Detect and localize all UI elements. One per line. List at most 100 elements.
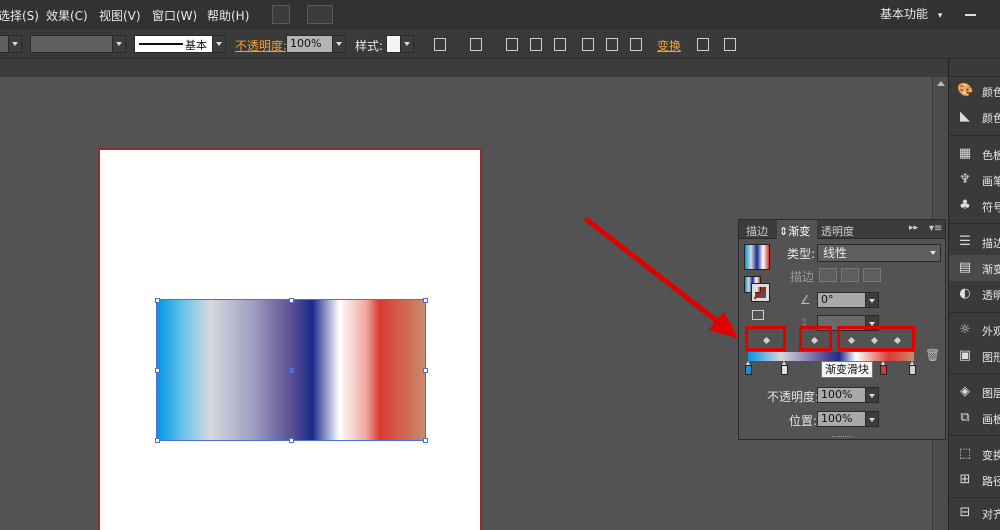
panel-resize-grip[interactable] [832, 436, 852, 438]
dock-label: 画笔 [982, 175, 1000, 188]
chevron-down-icon [865, 411, 879, 427]
opacity-field[interactable]: 100% [286, 35, 346, 53]
dock-item-gradient[interactable]: ▤ 渐变 [949, 255, 1000, 281]
menu-select[interactable]: 选择(S) [0, 7, 39, 24]
dock-item-swatches[interactable]: ▦ 色板 [949, 141, 1000, 167]
align-right-icon[interactable] [552, 37, 566, 51]
align-bottom-icon[interactable] [628, 37, 642, 51]
menu-help[interactable]: 帮助(H) [207, 7, 249, 24]
selection-handle[interactable] [423, 368, 428, 373]
tab-transparency[interactable]: 透明度 [821, 223, 854, 239]
panel-options-icon[interactable] [722, 37, 736, 51]
panel-menu-icon[interactable]: ▾≡ [929, 223, 942, 234]
gradient-stop[interactable] [745, 361, 752, 375]
selection-handle[interactable] [423, 298, 428, 303]
pathfinder-icon: ⊞ [959, 472, 971, 487]
dock-item-symbols[interactable]: ♣ 符号 [949, 193, 1000, 219]
dock-item-color[interactable]: 🎨 颜色 [949, 78, 1000, 104]
appearance-icon: ☼ [959, 322, 971, 337]
dock-item-transparency[interactable]: ◐ 透明 [949, 281, 1000, 307]
recolor-icon[interactable] [432, 37, 446, 51]
dock-label: 描边 [982, 237, 1000, 250]
dock-item-transform[interactable]: ⬚ 变换 [949, 441, 1000, 467]
fill-dropdown[interactable] [0, 35, 22, 53]
dock-item-artboards[interactable]: ⧉ 画板 [949, 405, 1000, 431]
chevron-down-icon [212, 36, 225, 52]
dock-item-brushes[interactable]: ♆ 画笔 [949, 167, 1000, 193]
stroke-gradient-along-icon [841, 268, 859, 282]
gradient-stop[interactable] [909, 361, 916, 375]
scroll-up-icon[interactable] [937, 81, 945, 86]
isolate-icon[interactable] [695, 37, 709, 51]
dock-label: 透明 [982, 289, 1000, 302]
annotation-box [745, 326, 786, 351]
dock-label: 图层 [982, 387, 1000, 400]
trash-icon[interactable]: 🗑 [925, 348, 940, 362]
stroke-profile-dropdown[interactable]: 基本 [134, 35, 226, 53]
graphic-style-dropdown[interactable] [386, 35, 414, 53]
align-to-icon[interactable] [468, 37, 482, 51]
fill-stroke-icon[interactable] [744, 276, 770, 302]
selection-handle[interactable] [423, 438, 428, 443]
arrange-documents-icon[interactable] [307, 5, 333, 24]
gradient-swatch-icon[interactable] [744, 244, 770, 270]
angle-field[interactable]: 0° [817, 292, 879, 308]
menu-effect[interactable]: 效果(C) [46, 7, 88, 24]
symbol-icon: ♣ [959, 198, 971, 213]
dock-divider [949, 312, 1000, 313]
opacity-link[interactable]: 不透明度: [235, 37, 287, 54]
gradient-stop[interactable] [880, 361, 887, 375]
selection-handle[interactable] [289, 298, 294, 303]
selection-handle[interactable] [155, 298, 160, 303]
align-left-icon[interactable] [504, 37, 518, 51]
menu-window[interactable]: 窗口(W) [152, 7, 197, 24]
workspace-switcher[interactable]: 基本功能 ▾ [872, 0, 950, 29]
chevron-down-icon [927, 245, 940, 261]
dock-item-align[interactable]: ⊟ 对齐 [949, 500, 1000, 526]
dock-divider [949, 373, 1000, 374]
dock-label: 颜色 [982, 86, 1000, 99]
type-label: 类型: [787, 247, 816, 261]
dock-label: 画板 [982, 413, 1000, 426]
align-top-icon[interactable] [580, 37, 594, 51]
location-field[interactable]: 100% [817, 411, 879, 427]
transform-link[interactable]: 变换 [657, 37, 681, 54]
stroke-color-dropdown[interactable] [30, 35, 126, 53]
location-label: 位置: [789, 414, 818, 428]
collapse-icon[interactable]: ▸▸ [909, 223, 918, 233]
tab-gradient[interactable]: ⇕渐变 [779, 223, 810, 239]
stop-opacity-field[interactable]: 100% [817, 387, 879, 403]
style-label: 样式: [355, 39, 384, 53]
dock-divider [949, 76, 1000, 77]
tab-stroke[interactable]: 描边 [746, 223, 768, 239]
stop-opacity-value: 100% [821, 388, 853, 401]
menu-view[interactable]: 视图(V) [99, 7, 141, 24]
dock-label: 颜色 [982, 112, 1000, 125]
transform-icon: ⬚ [958, 446, 972, 461]
dock-item-graphic-styles[interactable]: ▣ 图形 [949, 343, 1000, 369]
dock-divider [949, 223, 1000, 224]
dock-item-pathfinder[interactable]: ⊞ 路径 [949, 467, 1000, 493]
gradient-slider[interactable] [748, 352, 914, 361]
selection-handle[interactable] [155, 368, 160, 373]
align-center-icon[interactable] [528, 37, 542, 51]
swatches-icon: ▦ [958, 146, 972, 161]
menu-bar: 选择(S) 效果(C) 视图(V) 窗口(W) 帮助(H) 基本功能 ▾ [0, 0, 1000, 29]
align-middle-icon[interactable] [604, 37, 618, 51]
dock-item-stroke[interactable]: ☰ 描边 [949, 229, 1000, 255]
stroke-line-icon [139, 43, 183, 45]
dock-item-appearance[interactable]: ☼ 外观 [949, 317, 1000, 343]
control-bar: 基本 不透明度: 100% 样式: 变换 [0, 29, 1000, 59]
selection-handle[interactable] [155, 438, 160, 443]
reverse-gradient-icon[interactable] [752, 310, 764, 320]
tab-gradient-label: 渐变 [788, 225, 811, 238]
dock-item-layers[interactable]: ◈ 图层 [949, 379, 1000, 405]
bridge-icon[interactable] [272, 5, 290, 24]
location-value: 100% [821, 412, 853, 425]
dock-item-color-guide[interactable]: ◣ 颜色 [949, 104, 1000, 130]
minimize-button[interactable] [956, 5, 984, 23]
panel-tabs: 描边 ⇕渐变 透明度 ▸▸ ▾≡ [739, 220, 945, 239]
gradient-stop[interactable] [781, 361, 788, 375]
type-dropdown[interactable]: 线性 [817, 244, 941, 262]
selection-handle[interactable] [289, 438, 294, 443]
